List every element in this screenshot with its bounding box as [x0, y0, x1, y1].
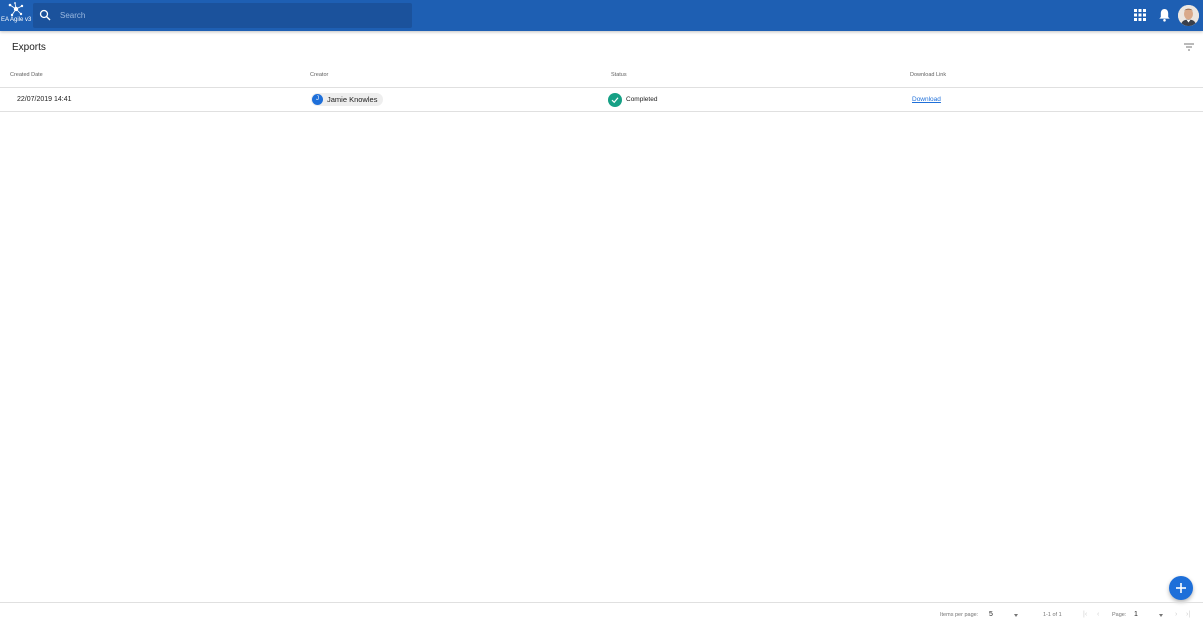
- app-bar: EA Agile v3: [0, 0, 1203, 31]
- items-per-page-caret-icon[interactable]: [1014, 614, 1018, 617]
- creator-initial-avatar: J: [312, 94, 323, 105]
- creator-chip[interactable]: J Jamie Knowles: [311, 93, 384, 106]
- table-row[interactable]: 22/07/2019 14:41 J Jamie Knowles Complet…: [0, 88, 1203, 111]
- add-export-button[interactable]: [1169, 576, 1193, 600]
- column-header-download-link[interactable]: Download Link: [910, 72, 946, 78]
- page-select-caret-icon[interactable]: [1159, 614, 1163, 617]
- search-box: [33, 3, 412, 28]
- search-input[interactable]: [60, 3, 400, 28]
- download-link[interactable]: Download: [912, 96, 941, 103]
- network-logo-icon: [8, 2, 24, 17]
- page-select[interactable]: 1: [1134, 611, 1138, 618]
- range-label: 1-1 of 1: [1043, 612, 1062, 618]
- first-page-icon[interactable]: |‹: [1083, 611, 1087, 618]
- plus-icon: [1176, 583, 1186, 593]
- user-photo-icon: [1178, 5, 1199, 26]
- bell-icon[interactable]: [1158, 8, 1171, 22]
- logo-text: EA Agile v3: [1, 17, 32, 23]
- user-avatar[interactable]: [1178, 5, 1199, 26]
- creator-name: Jamie Knowles: [327, 95, 378, 104]
- next-page-icon[interactable]: ›: [1175, 611, 1177, 618]
- last-page-icon[interactable]: ›|: [1186, 611, 1190, 618]
- created-date-cell: 22/07/2019 14:41: [17, 96, 72, 103]
- page-title: Exports: [12, 42, 46, 53]
- previous-page-icon[interactable]: ‹: [1097, 611, 1099, 618]
- page-label: Page:: [1112, 612, 1127, 618]
- column-header-status[interactable]: Status: [611, 72, 627, 78]
- apps-grid-icon[interactable]: [1134, 9, 1146, 21]
- row-divider: [0, 111, 1203, 112]
- filter-icon[interactable]: [1183, 42, 1195, 52]
- paginator: Items per page: 5 1-1 of 1 |‹ ‹ Page: 1 …: [0, 602, 1203, 627]
- column-header-created-date[interactable]: Created Date: [10, 72, 43, 78]
- column-header-creator[interactable]: Creator: [310, 72, 328, 78]
- search-icon: [39, 9, 51, 21]
- status-text: Completed: [626, 96, 658, 103]
- items-per-page-label: Items per page:: [940, 612, 979, 618]
- check-circle-icon: [608, 93, 622, 107]
- app-logo[interactable]: EA Agile v3: [0, 0, 33, 31]
- items-per-page-select[interactable]: 5: [989, 611, 993, 618]
